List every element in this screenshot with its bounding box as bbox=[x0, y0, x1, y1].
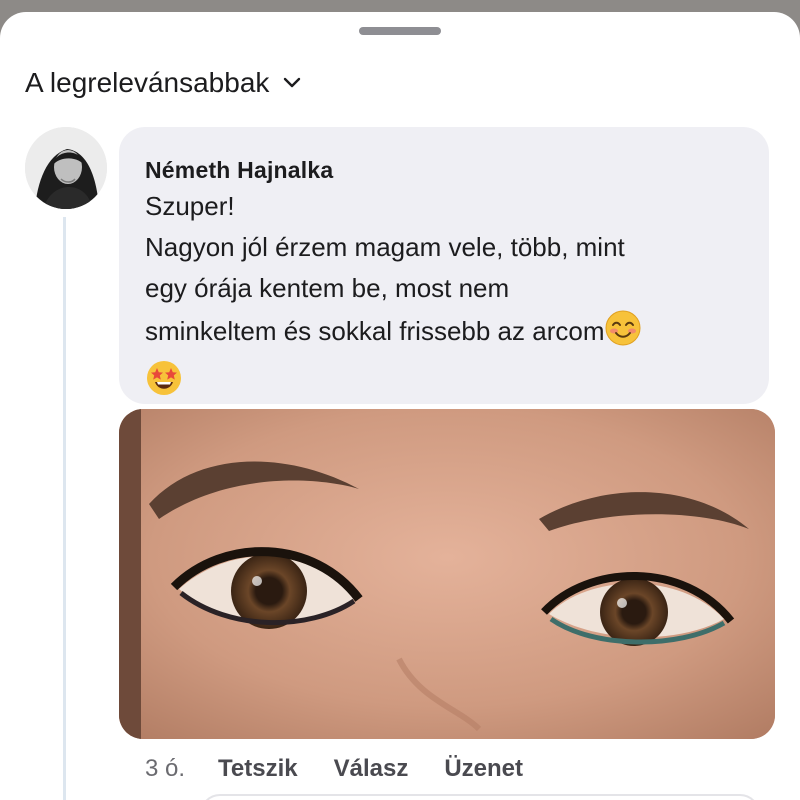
comment-bubble[interactable]: Németh Hajnalka Szuper! Nagyon jól érzem… bbox=[119, 127, 769, 404]
comments-sheet: A legrelevánsabbak Németh Hajnalka Szupe… bbox=[0, 12, 800, 800]
sort-label: A legrelevánsabbak bbox=[25, 67, 270, 98]
thread-line bbox=[63, 217, 66, 800]
avatar[interactable] bbox=[25, 127, 107, 209]
reply-input[interactable] bbox=[200, 794, 760, 800]
comment-time: 3 ó. bbox=[145, 755, 186, 782]
comment-text-line: Nagyon jól érzem magam vele, több, mint bbox=[145, 232, 625, 262]
message-button[interactable]: Üzenet bbox=[444, 755, 523, 783]
comment-author[interactable]: Németh Hajnalka bbox=[145, 155, 743, 185]
like-button[interactable]: Tetszik bbox=[218, 755, 298, 783]
sheet-grabber[interactable] bbox=[359, 27, 441, 35]
sort-dropdown[interactable]: A legrelevánsabbak bbox=[25, 65, 301, 101]
comment-actions: 3 ó. Tetszik Válasz Üzenet bbox=[145, 752, 559, 786]
comment-text-line: Szuper! bbox=[145, 191, 235, 221]
star-struck-emoji bbox=[145, 359, 183, 409]
comment-text-line: egy órája kentem be, most nem bbox=[145, 273, 510, 303]
chevron-down-icon bbox=[283, 77, 301, 89]
comment-text-line: sminkeltem és sokkal frissebb az arcom bbox=[145, 316, 605, 346]
comment-photo[interactable] bbox=[119, 409, 775, 739]
smiling-face-emoji bbox=[604, 309, 642, 359]
reply-button[interactable]: Válasz bbox=[334, 755, 409, 783]
